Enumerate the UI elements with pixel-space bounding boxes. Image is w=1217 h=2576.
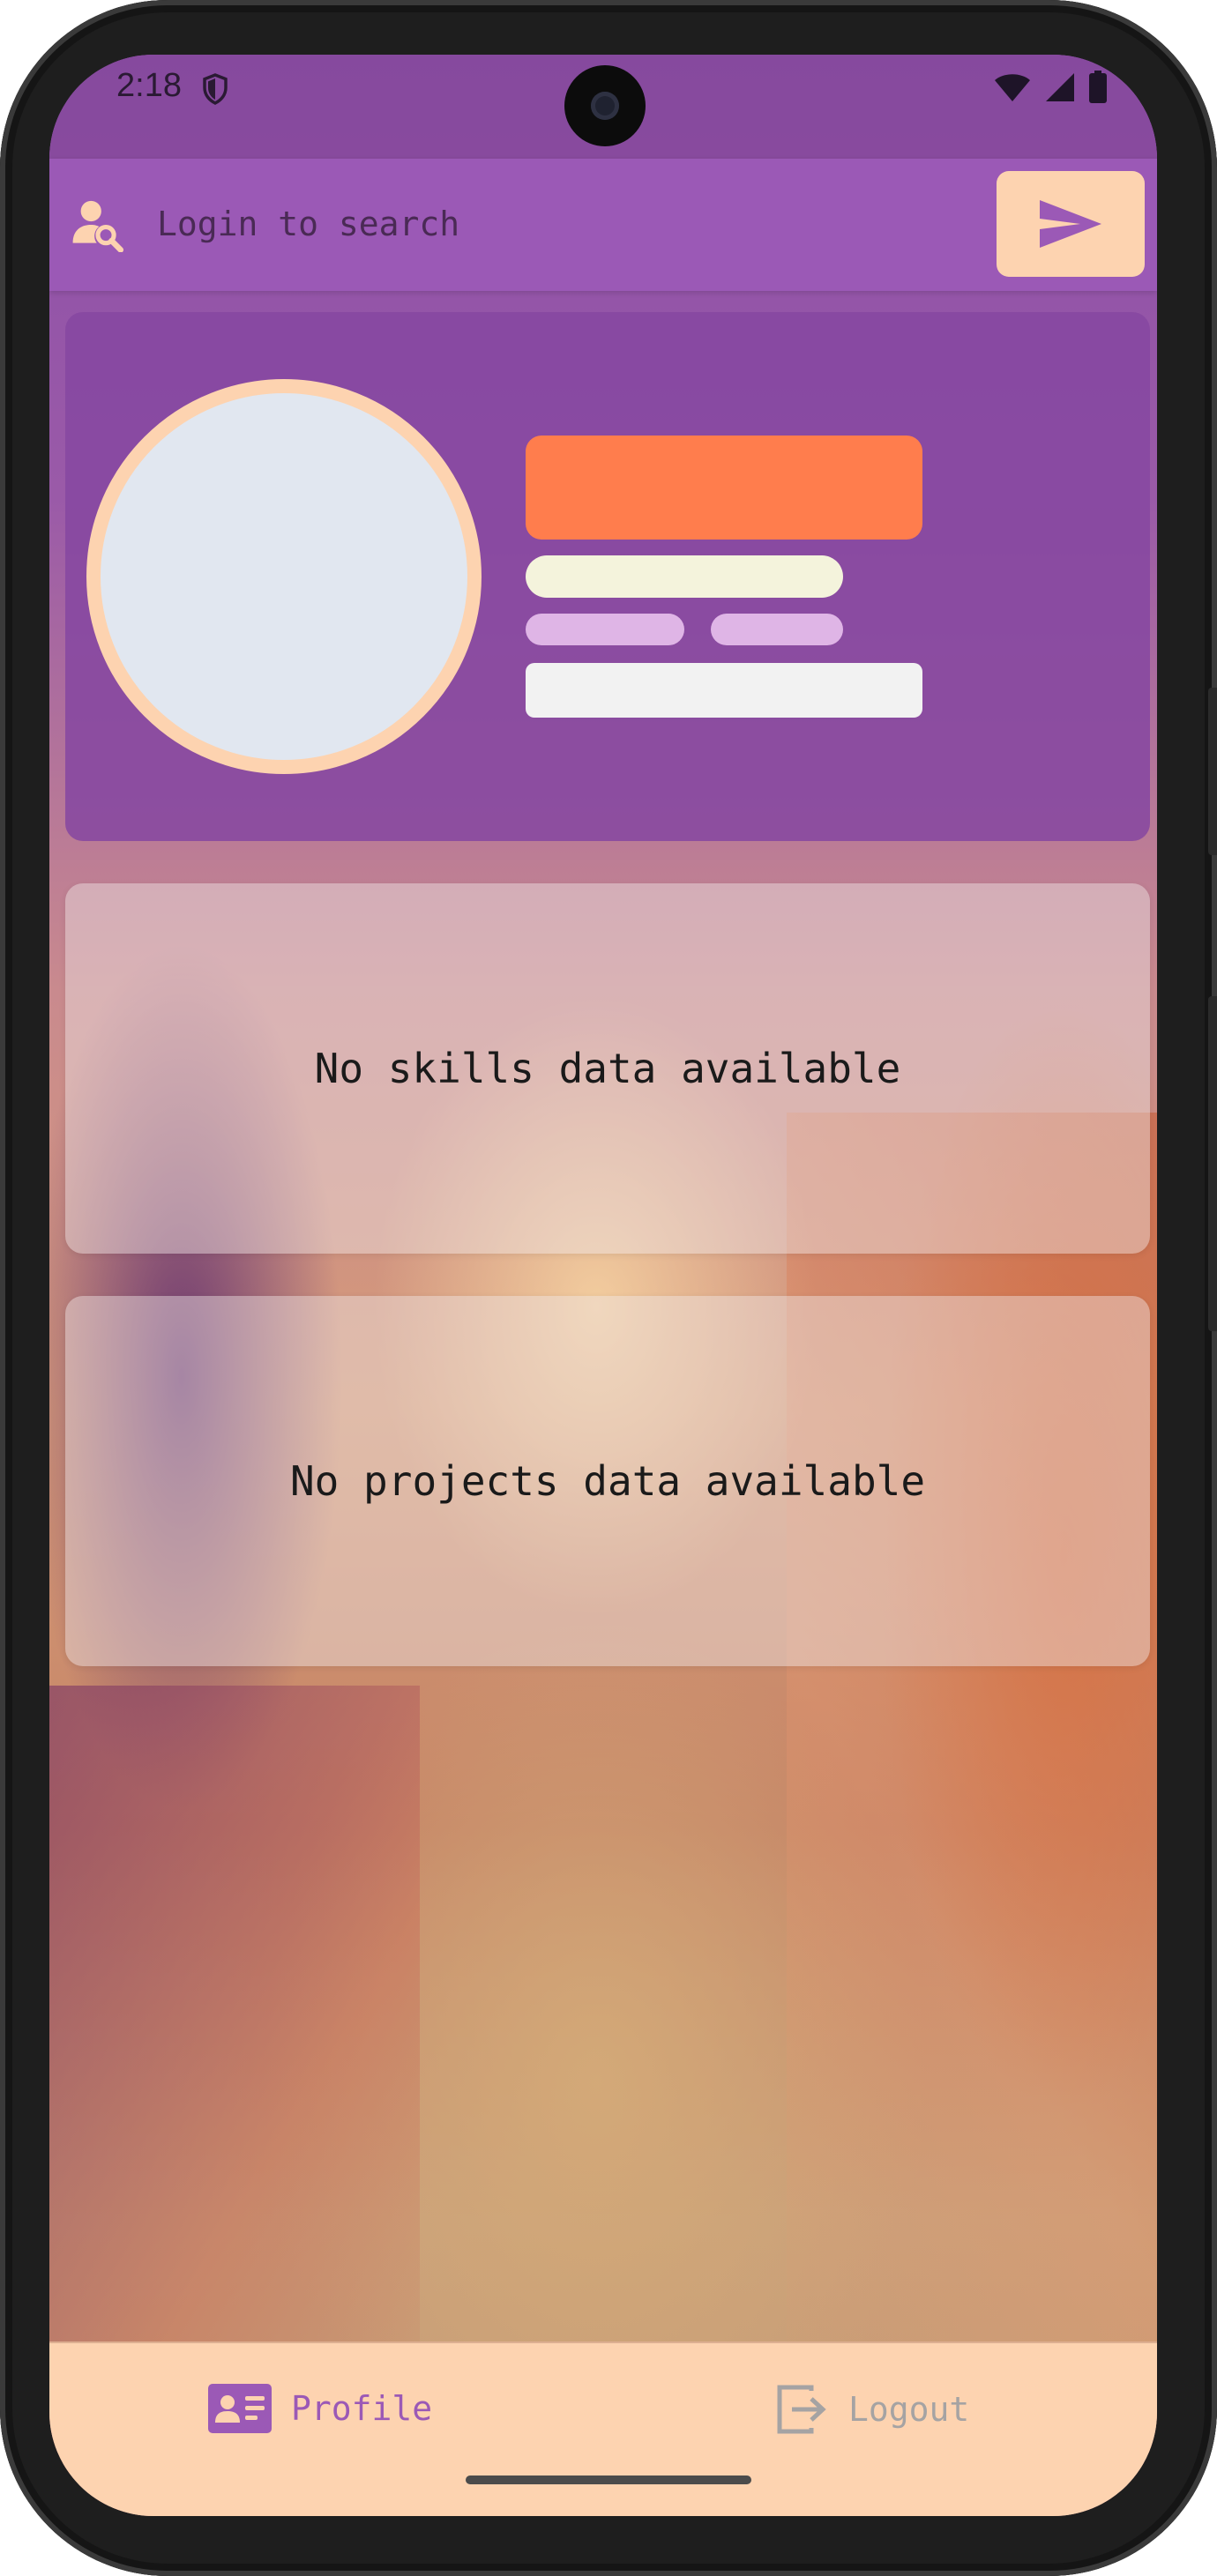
volume-button: [1208, 688, 1217, 855]
search-input[interactable]: [157, 197, 951, 250]
logout-icon: [777, 2385, 826, 2434]
send-icon: [1040, 200, 1101, 248]
link-placeholder: [526, 663, 922, 718]
projects-empty-message: No projects data available: [289, 1457, 926, 1505]
subtitle-placeholder: [526, 555, 843, 598]
tag-placeholder: [711, 614, 843, 645]
screen: 2:18 Login to search No skills data avai…: [49, 55, 1157, 2516]
wifi-icon: [995, 74, 1030, 101]
projects-card: No projects data available: [65, 1296, 1150, 1666]
name-placeholder: [526, 436, 922, 540]
profile-card: [65, 312, 1150, 841]
nav-item-label: Logout: [848, 2390, 970, 2429]
skills-empty-message: No skills data available: [314, 1045, 901, 1092]
tag-placeholder: [526, 614, 684, 645]
avatar: [86, 379, 482, 774]
cellular-signal-icon: [1046, 73, 1074, 101]
power-button: [1208, 996, 1217, 1331]
battery-icon: [1089, 71, 1107, 103]
shield-icon: [203, 73, 228, 105]
status-bar: 2:18: [49, 55, 1157, 159]
home-indicator[interactable]: [466, 2475, 751, 2484]
status-time: 2:18: [116, 67, 182, 104]
phone-frame: 2:18 Login to search No skills data avai…: [0, 0, 1217, 2576]
send-button[interactable]: [997, 171, 1145, 277]
profile-card-icon: [208, 2384, 272, 2433]
nav-item-logout[interactable]: Logout: [776, 2384, 969, 2435]
nav-item-label: Profile: [291, 2389, 433, 2428]
search-bar: [49, 159, 1157, 291]
front-camera: [564, 65, 646, 146]
skills-card: No skills data available: [65, 883, 1150, 1254]
person-search-icon: [72, 200, 124, 252]
status-icons: [993, 71, 1108, 104]
bottom-navigation: Profile Logout: [49, 2341, 1157, 2516]
nav-item-profile[interactable]: Profile: [208, 2384, 432, 2433]
